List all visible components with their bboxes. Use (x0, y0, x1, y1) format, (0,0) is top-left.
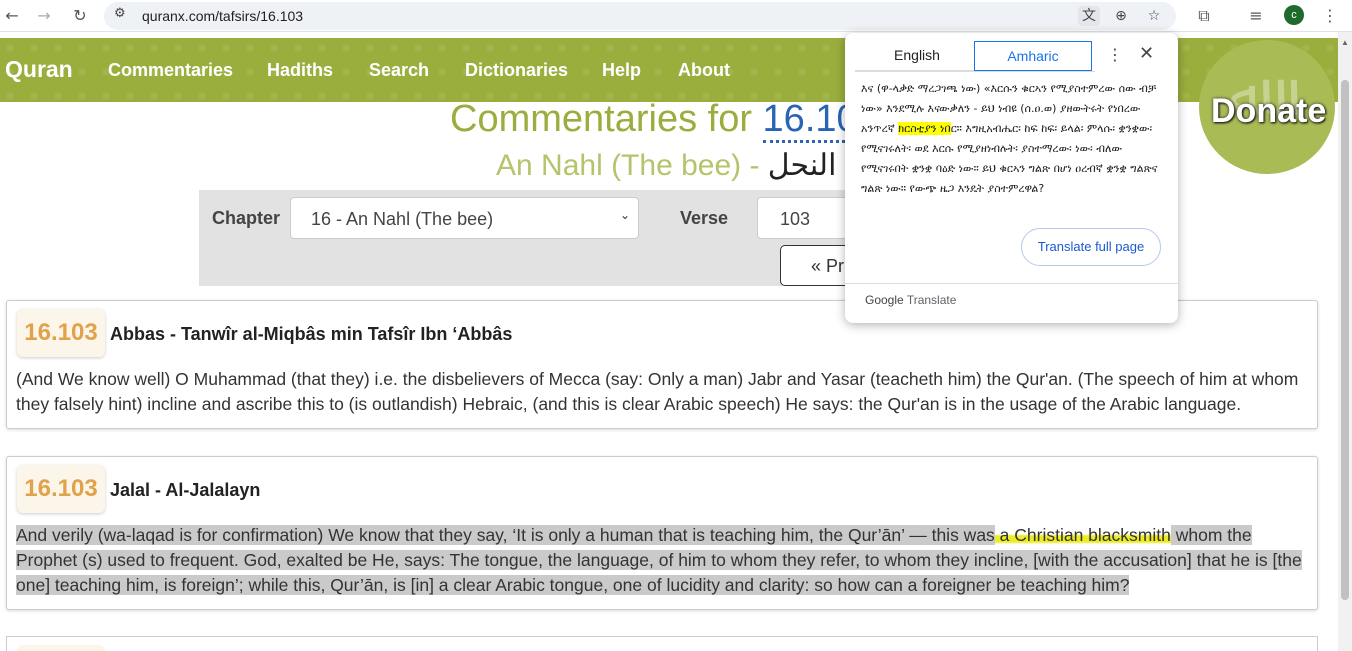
verse-input-value: 103 (780, 209, 811, 229)
commentary-card: 16.103 Jalal - Al-Jalalayn And verily (w… (6, 456, 1318, 610)
selected-text: And verily (wa-laqad is for confirmation… (16, 525, 995, 545)
commentary-line: And verily (wa-laqad is for confirmation… (16, 523, 1312, 548)
bookmark-star-icon[interactable]: ☆ (1143, 6, 1165, 26)
selected-text: one] teaching him, is foreign’; while th… (16, 575, 1130, 595)
chapter-select-value: 16 - An Nahl (The bee) (311, 209, 494, 229)
commentary-card (6, 636, 1318, 651)
address-bar[interactable]: ⚙ quranx.com/tafsirs/16.103 文 ⊕ ☆ (104, 2, 1176, 30)
commentary-text: (And We know well) O Muhammad (that they… (16, 367, 1312, 417)
popup-divider (845, 283, 1178, 284)
verse-badge[interactable]: 16.103 (17, 465, 105, 513)
zoom-icon[interactable]: ⊕ (1110, 6, 1132, 26)
chevron-down-icon: ⌄ (619, 208, 630, 222)
chapter-select[interactable]: 16 - An Nahl (The bee) ⌄ (290, 197, 639, 239)
page: ← → ↻ ⚙ quranx.com/tafsirs/16.103 文 ⊕ ☆ … (0, 0, 1352, 651)
chapter-name-arabic: النحل (767, 149, 837, 182)
google-translate-logo: Google Translate (865, 293, 956, 307)
menu-icon[interactable]: ⋮ (1318, 4, 1342, 28)
verse-reference-link[interactable]: 16.10 (762, 98, 858, 143)
commentary-line: (And We know well) O Muhammad (that they… (16, 369, 1299, 389)
nav-commentaries[interactable]: Commentaries (108, 60, 233, 81)
chapter-label: Chapter (212, 208, 281, 228)
scroll-thumb[interactable] (1341, 80, 1349, 600)
url-text[interactable]: quranx.com/tafsirs/16.103 (142, 8, 303, 24)
page-title-prefix: Commentaries for (450, 98, 763, 140)
browser-toolbar: ← → ↻ ⚙ quranx.com/tafsirs/16.103 文 ⊕ ☆ … (0, 0, 1352, 32)
verse-label: Verse (680, 208, 729, 228)
commentary-line: they falsely hint) incline and ascribe t… (16, 394, 1242, 414)
donate-button[interactable]: ﷲ Donate (1199, 40, 1335, 174)
back-icon[interactable]: ← (0, 4, 24, 28)
verse-badge[interactable] (17, 645, 105, 651)
commentary-text: And verily (wa-laqad is for confirmation… (16, 523, 1312, 598)
translated-text: እና (ዋ-ላቃድ ማረጋገጫ ነው) «እርሱን ቁርኣን የሚያስተምረው … (861, 79, 1165, 199)
translate-icon[interactable]: 文 (1078, 6, 1100, 26)
nav-dictionaries[interactable]: Dictionaries (465, 60, 568, 81)
translated-text-highlight: ክርስቲያን ነበ (898, 122, 951, 135)
commentary-source: Jalal - Al-Jalalayn (110, 480, 261, 500)
commentary-line: Prophet (s) used to frequent. God, exalt… (16, 548, 1312, 573)
nav-help[interactable]: Help (602, 60, 641, 81)
more-options-icon[interactable]: ⋮ (1107, 45, 1123, 64)
close-icon[interactable]: ✕ (1139, 43, 1154, 64)
tab-amharic[interactable]: Amharic (974, 41, 1092, 71)
nav-hadiths[interactable]: Hadiths (267, 60, 333, 81)
tab-english[interactable]: English (855, 41, 979, 71)
page-title: Commentaries for 16.10 (450, 98, 858, 143)
scroll-up-icon[interactable]: ▲ (1341, 38, 1349, 47)
verse-badge[interactable]: 16.103 (17, 309, 105, 357)
verse-selector-panel: Chapter 16 - An Nahl (The bee) ⌄ Verse 1… (199, 190, 880, 286)
reload-icon[interactable]: ↻ (68, 4, 92, 28)
donate-label: Donate (1211, 92, 1327, 130)
translate-full-page-button[interactable]: Translate full page (1021, 228, 1161, 266)
extensions-icon[interactable]: ⧉ (1192, 4, 1216, 28)
reading-list-icon[interactable]: ≡ (1244, 4, 1268, 28)
site-brand[interactable]: Quran (5, 56, 73, 83)
selected-text: whom the (1170, 525, 1252, 545)
chapter-subtitle: An Nahl (The bee) - النحل (496, 148, 836, 183)
nav-about[interactable]: About (678, 60, 730, 81)
chapter-name: An Nahl (The bee) - (496, 149, 768, 182)
highlighted-phrase: a Christian blacksmith (994, 525, 1171, 545)
selected-text: Prophet (s) used to frequent. God, exalt… (16, 550, 1302, 570)
page-scrollbar[interactable]: ▲ (1338, 32, 1352, 651)
commentary-source: Abbas - Tanwîr al-Miqbâs min Tafsîr Ibn … (110, 324, 513, 344)
google-wordmark: Google (865, 293, 904, 307)
tab-divider (855, 71, 1095, 72)
nav-search[interactable]: Search (369, 60, 429, 81)
translate-popup: English Amharic ⋮ ✕ እና (ዋ-ላቃድ ማረጋገጫ ነው) … (845, 33, 1178, 323)
translate-wordmark: Translate (906, 293, 957, 307)
site-info-icon[interactable]: ⚙ (114, 6, 126, 21)
commentary-line: one] teaching him, is foreign’; while th… (16, 573, 1312, 598)
forward-icon[interactable]: → (32, 4, 56, 28)
profile-avatar[interactable]: c (1284, 5, 1304, 25)
